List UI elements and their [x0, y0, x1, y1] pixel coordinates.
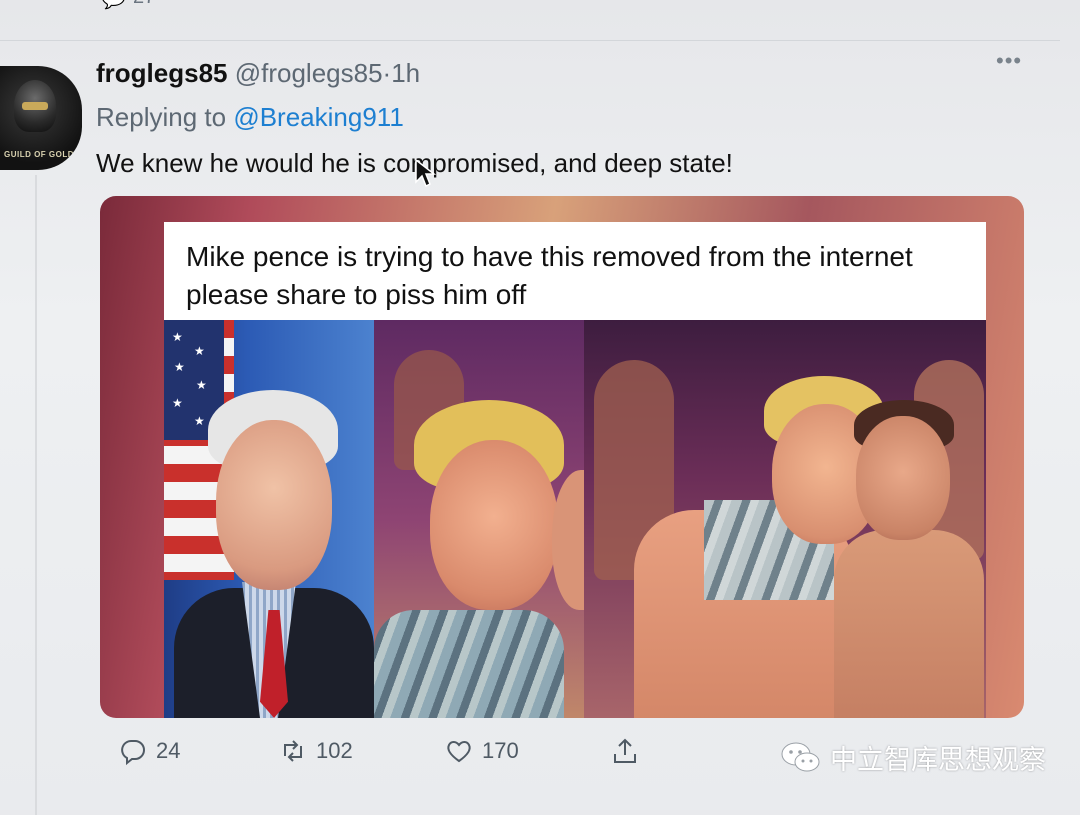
wechat-watermark: 中立智库思想观察 [780, 738, 1046, 777]
tweet-header: froglegs85 @froglegs85·1h [96, 58, 420, 89]
previous-reply-icon[interactable]: 💬 [101, 0, 126, 11]
tweet-action-bar: 24 102 170 [100, 736, 700, 776]
like-icon [447, 741, 471, 763]
header-separator: · [382, 58, 392, 88]
meme-image: Mike pence is trying to have this remove… [164, 222, 986, 718]
share-icon [614, 738, 636, 763]
meme-caption: Mike pence is trying to have this remove… [186, 241, 913, 310]
patterned-top [374, 610, 564, 718]
thread-line [35, 175, 37, 815]
reply-count: 24 [156, 738, 181, 763]
portrait-face [216, 420, 332, 590]
user-handle[interactable]: @froglegs85 [235, 58, 383, 88]
photo-panel-right [584, 320, 986, 718]
retweet-button[interactable]: 102 [278, 736, 353, 766]
reply-button[interactable]: 24 [118, 736, 180, 766]
tweet-timestamp[interactable]: 1h [391, 58, 420, 88]
share-button[interactable] [610, 736, 640, 766]
tweet-divider [0, 40, 1060, 41]
retweet-icon [284, 740, 302, 762]
previous-reply-count: 27 [133, 0, 155, 9]
reply-icon [121, 740, 145, 766]
avatar-ring-text: GUILD OF GOLD [3, 150, 75, 159]
twitter-thread-screen: 💬 27 GUILD OF GOLD froglegs85 @froglegs8… [0, 0, 1080, 815]
wechat-icon [781, 742, 820, 771]
side-face [552, 470, 584, 610]
watermark-text: 中立智库思想观察 [830, 745, 1046, 776]
replying-to-label: Replying to [96, 102, 227, 132]
right-figure-torso [834, 530, 984, 718]
replying-to-mention[interactable]: @Breaking911 [233, 102, 403, 132]
photo-panel-portrait: ★ ★ ★ ★ ★ ★ [164, 320, 374, 718]
tweet-media-image[interactable]: Mike pence is trying to have this remove… [100, 196, 1024, 718]
like-button[interactable]: 170 [444, 736, 519, 766]
retweet-count: 102 [316, 738, 353, 763]
mouse-pointer-icon [415, 158, 436, 188]
middle-face [430, 440, 558, 610]
replying-to-line: Replying to @Breaking911 [96, 102, 404, 133]
like-count: 170 [482, 738, 519, 763]
meme-photo-strip: ★ ★ ★ ★ ★ ★ [164, 320, 986, 718]
display-name[interactable]: froglegs85 [96, 58, 228, 88]
user-avatar[interactable]: GUILD OF GOLD [0, 66, 82, 170]
more-horizontal-icon[interactable]: ••• [996, 48, 1022, 74]
right-panel-face-right [856, 416, 950, 540]
photo-panel-middle [374, 320, 584, 718]
avatar-visor [22, 102, 48, 110]
